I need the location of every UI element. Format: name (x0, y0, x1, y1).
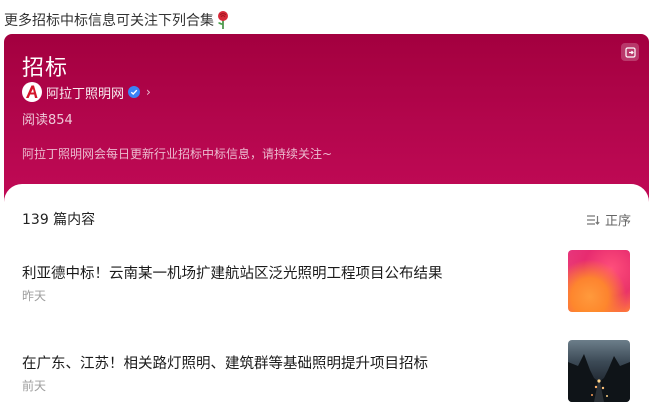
article-time: 昨天 (22, 289, 47, 303)
read-count-value: 854 (48, 113, 73, 128)
chevron-right-icon: › (146, 85, 151, 99)
sort-toggle[interactable]: 正序 (586, 210, 631, 229)
collection-description: 阿拉丁照明网会每日更新行业招标中标信息，请持续关注~ (22, 147, 333, 161)
article-thumbnail (568, 250, 630, 312)
read-count: 阅读854 (22, 109, 73, 128)
rose-icon (218, 11, 228, 29)
collection-hint: 更多招标中标信息可关注下列合集 (4, 10, 230, 30)
collection-header: 招标 阿拉丁照明网 › 阅读854 阿拉丁照明网会每日更新行业招标中标信息，请持… (4, 34, 649, 204)
account-link[interactable]: 阿拉丁照明网 › (22, 82, 151, 102)
article-count: 139 篇内容 (22, 212, 96, 228)
collection-hint-text: 更多招标中标信息可关注下列合集 (4, 13, 214, 29)
account-name: 阿拉丁照明网 (46, 86, 125, 102)
article-thumbnail (568, 340, 630, 402)
sort-order-icon (586, 214, 600, 225)
list-item[interactable]: 在广东、江苏！相关路灯照明、建筑群等基础照明提升项目招标 前天 (22, 340, 630, 404)
article-title: 在广东、江苏！相关路灯照明、建筑群等基础照明提升项目招标 (22, 356, 428, 372)
account-logo-icon (22, 82, 42, 102)
list-item[interactable]: 利亚德中标！云南某一机场扩建航站区泛光照明工程项目公布结果 昨天 (22, 250, 630, 314)
collection-card: 招标 阿拉丁照明网 › 阅读854 阿拉丁照明网会每日更新行业招标中标信息，请持… (4, 34, 649, 409)
verified-badge-icon (128, 86, 141, 98)
article-title: 利亚德中标！云南某一机场扩建航站区泛光照明工程项目公布结果 (22, 266, 443, 282)
share-button[interactable] (621, 43, 639, 61)
article-time: 前天 (22, 379, 47, 393)
sort-label: 正序 (604, 214, 631, 229)
share-icon (624, 46, 636, 58)
read-count-label: 阅读 (22, 113, 49, 128)
street-scene-image (568, 354, 630, 402)
collection-title: 招标 (22, 56, 69, 81)
